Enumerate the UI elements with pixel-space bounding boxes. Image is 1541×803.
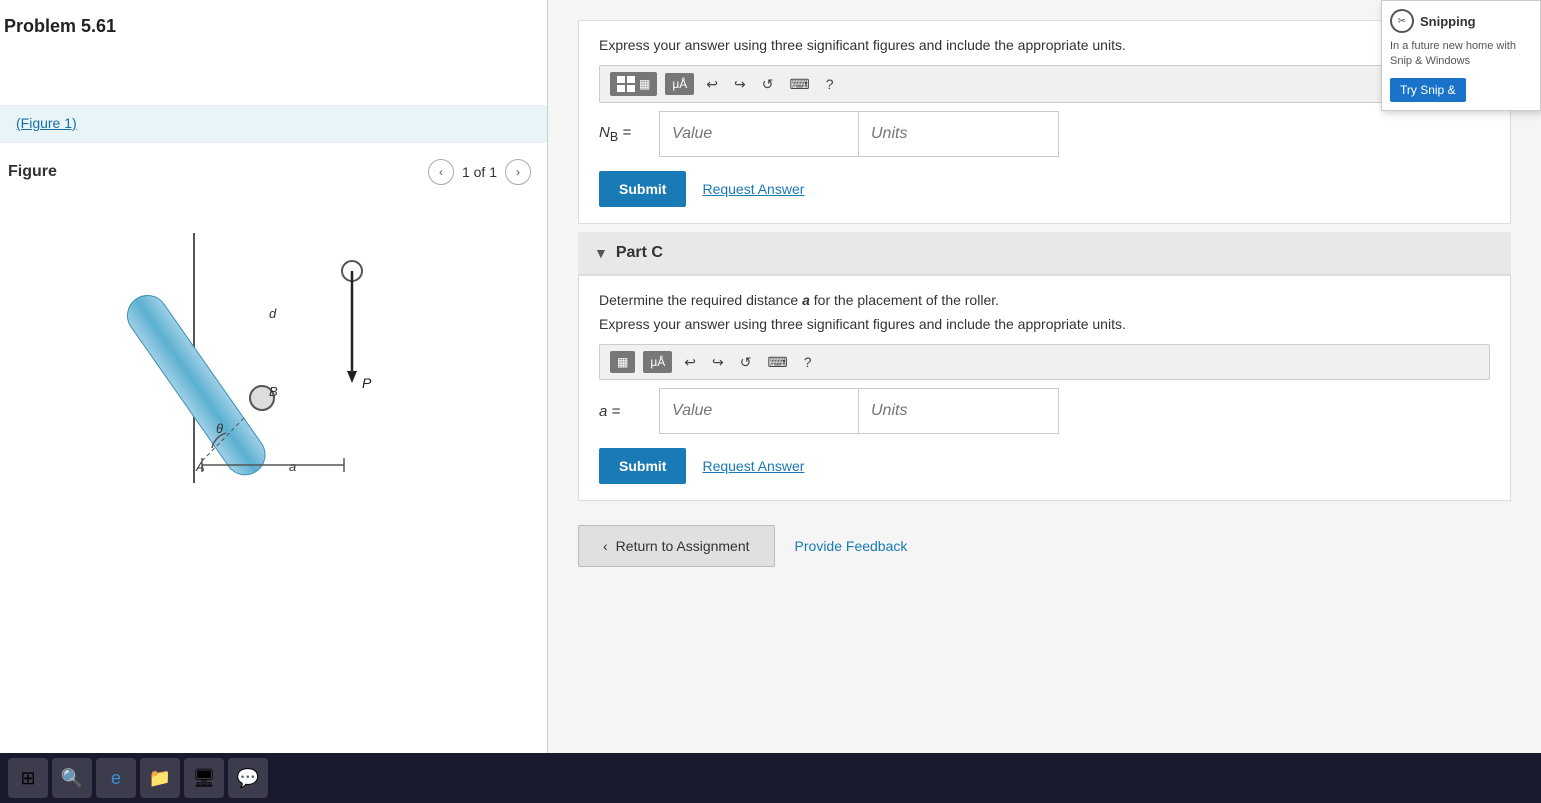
redo-icon-button[interactable]: ↪ <box>730 74 750 95</box>
part-c-redo-button[interactable]: ↪ <box>708 352 728 373</box>
figure-nav: ‹ 1 of 1 › <box>428 159 531 185</box>
provide-feedback-button[interactable]: Provide Feedback <box>795 538 908 554</box>
svg-text:d: d <box>269 306 277 321</box>
mu-button[interactable]: μÅ <box>665 73 694 95</box>
part-b-toolbar: ▦ μÅ ↩ ↪ ↺ ⌨ ? <box>599 65 1490 103</box>
part-c-units-input[interactable] <box>859 388 1059 434</box>
part-c-submit-button[interactable]: Submit <box>599 448 686 484</box>
part-c-title: Part C <box>616 244 663 262</box>
taskbar-item-2[interactable]: 🖥 <box>184 758 224 798</box>
taskbar-search-button[interactable]: 🔍 <box>52 758 92 798</box>
taskbar-start-button[interactable]: ⊞ <box>8 758 48 798</box>
left-panel: Problem 5.61 (Figure 1) Figure ‹ 1 of 1 … <box>0 0 548 803</box>
figure-prev-button[interactable]: ‹ <box>428 159 454 185</box>
part-c-value-input[interactable] <box>659 388 859 434</box>
part-c-instruction: Express your answer using three signific… <box>599 316 1490 332</box>
return-arrow-icon: ‹ <box>603 538 608 554</box>
snip-popup-header: ✂ Snipping <box>1390 9 1532 33</box>
part-b-answer-section: Express your answer using three signific… <box>578 20 1511 224</box>
taskbar-edge-button[interactable]: e <box>96 758 136 798</box>
undo-icon-button[interactable]: ↩ <box>702 74 722 95</box>
part-c-description: Determine the required distance a for th… <box>599 292 1490 308</box>
figure-svg: P B d θ A a <box>114 203 434 523</box>
part-b-value-input[interactable] <box>659 111 859 157</box>
part-c-label: a = <box>599 403 649 420</box>
part-b-units-input[interactable] <box>859 111 1059 157</box>
part-c-request-button[interactable]: Request Answer <box>702 458 804 474</box>
return-to-assignment-button[interactable]: ‹ Return to Assignment <box>578 525 775 567</box>
svg-text:A: A <box>195 459 205 474</box>
part-c-content: Determine the required distance a for th… <box>578 275 1511 501</box>
help-icon-button[interactable]: ? <box>822 74 838 94</box>
part-c-input-row: a = <box>599 388 1490 434</box>
keyboard-icon-button[interactable]: ⌨ <box>785 74 813 95</box>
svg-text:B: B <box>269 384 278 399</box>
problem-title: Problem 5.61 <box>0 0 547 45</box>
part-c-action-row: Submit Request Answer <box>599 448 1490 484</box>
figure-title: Figure <box>8 163 57 181</box>
part-c-refresh-button[interactable]: ↺ <box>736 352 756 373</box>
part-b-instruction: Express your answer using three signific… <box>599 37 1490 53</box>
part-b-action-row: Submit Request Answer <box>599 171 1490 207</box>
part-b-submit-button[interactable]: Submit <box>599 171 686 207</box>
matrix-icon-button[interactable]: ▦ <box>610 72 657 96</box>
snip-popup: ✂ Snipping In a future new home with Sni… <box>1381 0 1541 111</box>
svg-text:a: a <box>289 459 296 474</box>
taskbar-item-1[interactable]: 📁 <box>140 758 180 798</box>
figure-header: Figure ‹ 1 of 1 › <box>8 159 539 193</box>
collapse-arrow-icon[interactable]: ▼ <box>594 245 608 261</box>
svg-text:P: P <box>362 375 372 391</box>
part-b-request-button[interactable]: Request Answer <box>702 181 804 197</box>
part-c-toolbar: ▦ μÅ ↩ ↪ ↺ ⌨ ? <box>599 344 1490 380</box>
part-c-mu-button[interactable]: μÅ <box>643 351 672 373</box>
footer-actions: ‹ Return to Assignment Provide Feedback <box>578 525 1511 567</box>
try-snip-button[interactable]: Try Snip & <box>1390 78 1466 102</box>
refresh-icon-button[interactable]: ↺ <box>758 74 778 95</box>
part-c-keyboard-button[interactable]: ⌨ <box>763 352 791 373</box>
figure-label-row[interactable]: (Figure 1) <box>0 105 547 143</box>
figure-svg-area: P B d θ A a <box>8 193 539 533</box>
figure-count: 1 of 1 <box>462 164 497 180</box>
return-label: Return to Assignment <box>616 538 750 554</box>
right-panel: Express your answer using three signific… <box>548 0 1541 803</box>
figure-section: Figure ‹ 1 of 1 › <box>0 159 547 533</box>
taskbar: ⊞ 🔍 e 📁 🖥 💬 <box>0 753 1541 803</box>
figure-label-link[interactable]: (Figure 1) <box>16 115 77 131</box>
snip-body: In a future new home with Snip & Windows <box>1390 39 1532 70</box>
part-b-label: NB = <box>599 124 649 144</box>
part-c-section: ▼ Part C Determine the required distance… <box>578 232 1511 501</box>
figure-next-button[interactable]: › <box>505 159 531 185</box>
part-c-help-button[interactable]: ? <box>800 352 816 372</box>
snip-logo-icon: ✂ <box>1390 9 1414 33</box>
taskbar-item-3[interactable]: 💬 <box>228 758 268 798</box>
part-c-matrix-button[interactable]: ▦ <box>610 351 635 373</box>
snip-title: Snipping <box>1420 14 1476 29</box>
part-c-header: ▼ Part C <box>578 232 1511 275</box>
part-c-undo-button[interactable]: ↩ <box>680 352 700 373</box>
part-b-input-row: NB = <box>599 111 1490 157</box>
